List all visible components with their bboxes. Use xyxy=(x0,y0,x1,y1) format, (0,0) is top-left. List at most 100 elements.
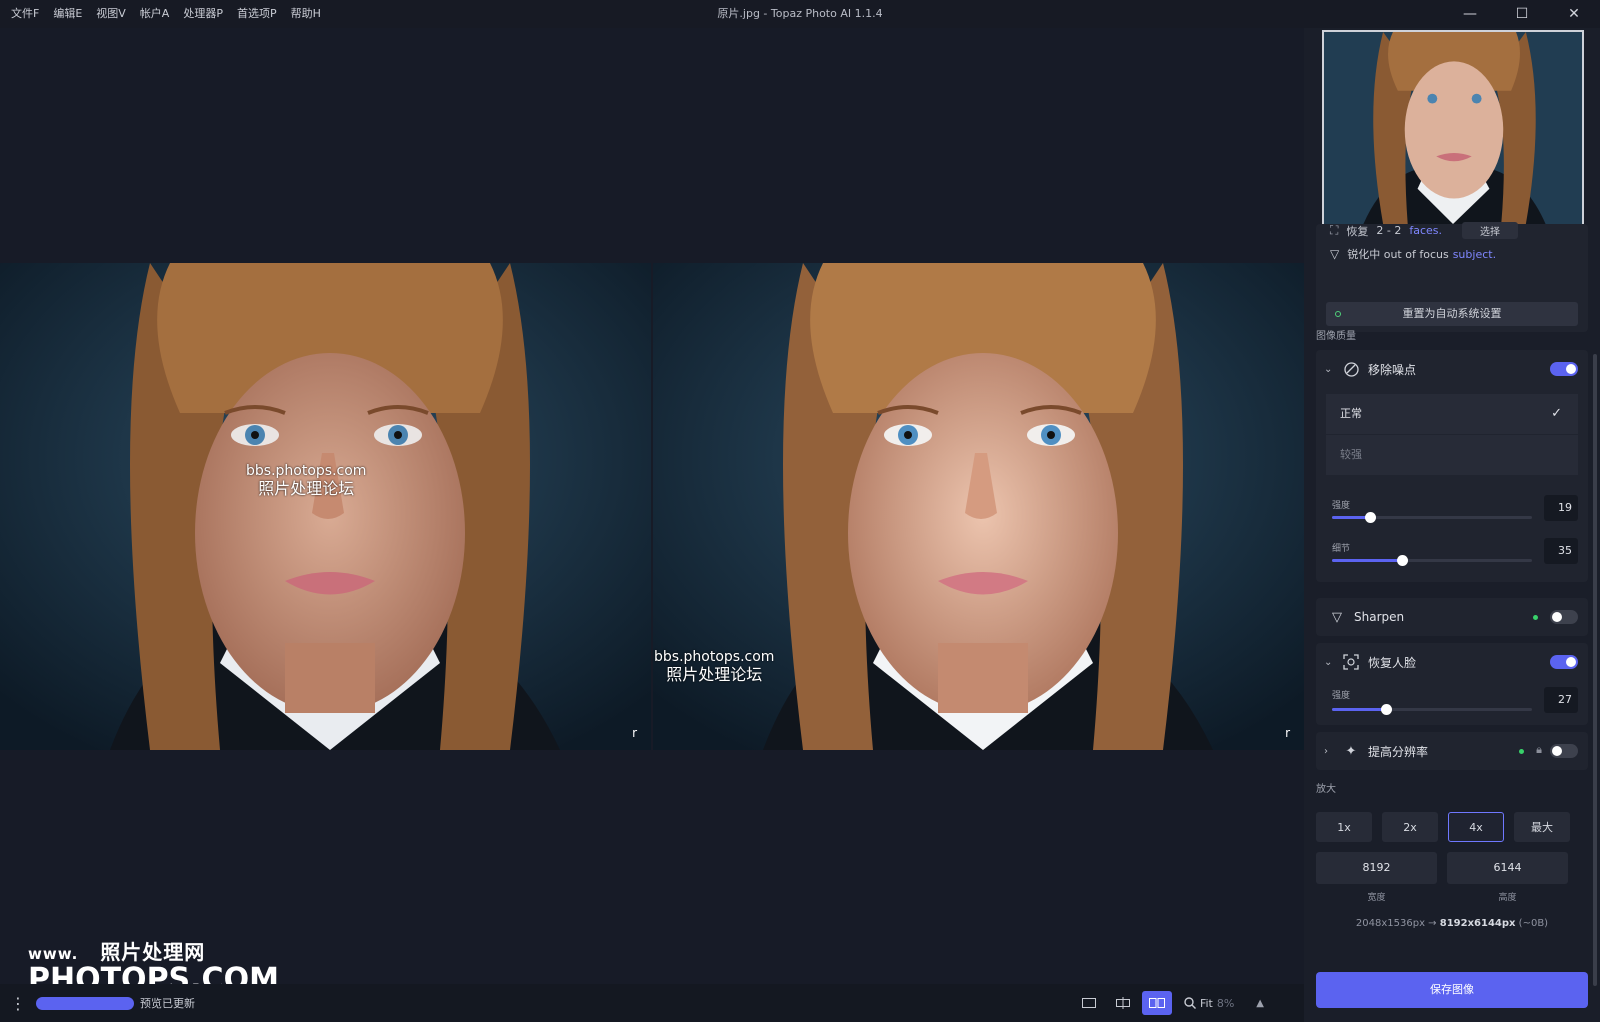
face-recovery-icon xyxy=(1342,653,1360,671)
menu-file[interactable]: 文件F xyxy=(4,0,46,28)
sharpen-summary-row: ▽ 锐化中 out of focus subject. xyxy=(1330,246,1496,262)
denoise-header[interactable]: ⌄ 移除噪点 xyxy=(1316,350,1588,388)
menu-processor[interactable]: 处理器P xyxy=(176,0,230,28)
face-recovery-header[interactable]: ⌄ 恢复人脸 xyxy=(1316,643,1588,681)
autopilot-summary: ⛶ 恢复 2 - 2 faces. 选择 ▽ 锐化中 out of focus … xyxy=(1316,222,1588,332)
original-preview[interactable]: bbs.photops.com 照片处理论坛 r xyxy=(0,263,651,750)
upscale-header[interactable]: › ✦ 提高分辨率 🔒︎ xyxy=(1316,732,1588,770)
close-button[interactable]: ✕ xyxy=(1548,0,1600,28)
face-strength-value[interactable]: 27 xyxy=(1544,687,1578,713)
slider-handle[interactable] xyxy=(1397,555,1408,566)
zoom-icon xyxy=(1184,997,1196,1009)
denoise-mode-strong[interactable]: 较强 xyxy=(1326,435,1578,475)
denoise-toggle[interactable] xyxy=(1550,362,1578,376)
image-quality-heading: 图像质量 xyxy=(1316,331,1356,342)
scale-heading: 放大 xyxy=(1316,784,1336,795)
menu-bar: 文件F 编辑E 视图V 帐户A 处理器P 首选项P 帮助H xyxy=(0,0,328,28)
corner-mark-right: r xyxy=(1285,726,1290,740)
subject-link[interactable]: subject. xyxy=(1453,248,1496,261)
denoise-mode-strong-label: 较强 xyxy=(1340,448,1362,461)
chevron-down-icon[interactable]: ⌄ xyxy=(1324,657,1342,668)
preview-viewport[interactable]: bbs.photops.com 照片处理论坛 r r bbs.photops.c… xyxy=(0,28,1304,984)
denoise-mode-normal-label: 正常 xyxy=(1340,407,1362,420)
zoom-control[interactable]: Fit 8% xyxy=(1184,997,1234,1010)
height-input[interactable]: 6144 xyxy=(1447,852,1568,884)
denoise-detail-slider[interactable] xyxy=(1332,555,1532,566)
denoise-detail-label: 细节 xyxy=(1332,544,1351,554)
chevron-right-icon[interactable]: › xyxy=(1324,746,1342,757)
preview-progress-bar xyxy=(36,996,134,1010)
settings-sidebar: ⛶ 恢复 2 - 2 faces. 选择 ▽ 锐化中 out of focus … xyxy=(1304,28,1600,1022)
sidebar-scrollbar[interactable] xyxy=(1593,354,1597,986)
width-field: 8192 宽度 xyxy=(1316,852,1437,903)
face-recovery-toggle[interactable] xyxy=(1550,655,1578,669)
sharpen-toggle[interactable] xyxy=(1550,610,1578,624)
upscale-card: › ✦ 提高分辨率 🔒︎ xyxy=(1316,732,1588,770)
sharpen-icon: ▽ xyxy=(1330,247,1340,261)
watermark-url: bbs.photops.com xyxy=(246,463,367,479)
scale-2x-button[interactable]: 2x xyxy=(1382,812,1438,842)
faces-link[interactable]: faces. xyxy=(1409,224,1442,237)
menu-help[interactable]: 帮助H xyxy=(284,0,328,28)
maximize-button[interactable]: ☐ xyxy=(1496,0,1548,28)
split-view-button[interactable] xyxy=(1108,991,1138,1015)
side-by-side-icon xyxy=(1148,998,1165,1008)
single-view-icon xyxy=(1081,998,1096,1008)
save-image-button[interactable]: 保存图像 xyxy=(1316,972,1588,1008)
scale-1x-button[interactable]: 1x xyxy=(1316,812,1372,842)
face-detect-icon: ⛶ xyxy=(1330,223,1339,237)
watermark-center: bbs.photops.com 照片处理论坛 xyxy=(654,649,774,683)
chevron-down-icon[interactable]: ⌄ xyxy=(1324,364,1342,375)
face-strength-slider[interactable] xyxy=(1332,704,1532,715)
upscale-toggle[interactable] xyxy=(1550,744,1578,758)
upscale-title: 提高分辨率 xyxy=(1368,744,1429,759)
target-resolution: 8192x6144px xyxy=(1439,918,1516,929)
menu-edit[interactable]: 编辑E xyxy=(46,0,89,28)
caret-up-icon[interactable]: ▲ xyxy=(1256,998,1264,1009)
menu-view[interactable]: 视图V xyxy=(89,0,133,28)
sparkle-icon: ✦ xyxy=(1345,743,1357,759)
navigator-thumbnail[interactable] xyxy=(1322,30,1584,226)
denoise-mode-normal[interactable]: 正常 ✓ xyxy=(1326,394,1578,434)
status-bar: ⋮ 预览已更新 Fit 8% ▲ xyxy=(0,984,1304,1022)
thumbnail-image xyxy=(1324,32,1582,224)
denoise-strength-slider[interactable] xyxy=(1332,512,1532,523)
single-view-button[interactable] xyxy=(1074,991,1104,1015)
title-bar: 文件F 编辑E 视图V 帐户A 处理器P 首选项P 帮助H 原片.jpg - T… xyxy=(0,0,1600,28)
watermark-url: bbs.photops.com xyxy=(654,649,775,665)
reset-autopilot-button[interactable]: 重置为自动系统设置 xyxy=(1326,302,1578,326)
denoise-strength-value[interactable]: 19 xyxy=(1544,495,1578,521)
checkmark-icon: ✓ xyxy=(1551,406,1562,421)
width-input[interactable]: 8192 xyxy=(1316,852,1437,884)
side-by-side-view-button[interactable] xyxy=(1141,991,1172,1015)
slider-handle[interactable] xyxy=(1381,704,1392,715)
denoise-strength-label: 强度 xyxy=(1332,501,1351,511)
select-faces-button[interactable]: 选择 xyxy=(1462,222,1519,239)
face-recovery-title: 恢复人脸 xyxy=(1368,655,1417,670)
watermark-forum: 照片处理论坛 xyxy=(258,479,355,498)
corner-mark-left: r xyxy=(632,726,637,740)
reset-autopilot-label: 重置为自动系统设置 xyxy=(1402,307,1502,320)
split-view-icon xyxy=(1115,997,1130,1009)
zoom-value: 8% xyxy=(1216,996,1235,1010)
scale-max-button[interactable]: 最大 xyxy=(1514,812,1570,842)
zoom-label: Fit xyxy=(1199,996,1213,1010)
sharpen-title: Sharpen xyxy=(1354,610,1405,624)
height-caption: 高度 xyxy=(1498,893,1517,903)
faces-prefix: 恢复 xyxy=(1346,224,1369,238)
sharpen-header[interactable]: ▽ Sharpen xyxy=(1316,598,1588,636)
slider-handle[interactable] xyxy=(1365,512,1376,523)
more-menu-icon[interactable]: ⋮ xyxy=(6,994,30,1013)
resolution-summary: 2048x1536px → 8192x6144px (~0B) xyxy=(1316,918,1588,929)
menu-account[interactable]: 帐户A xyxy=(133,0,177,28)
view-controls: Fit 8% ▲ xyxy=(1074,991,1264,1015)
status-dot-icon xyxy=(1533,615,1538,620)
denoise-detail-value[interactable]: 35 xyxy=(1544,538,1578,564)
minimize-button[interactable]: — xyxy=(1444,0,1496,28)
faces-summary-row: ⛶ 恢复 2 - 2 faces. 选择 xyxy=(1330,222,1519,239)
menu-preferences[interactable]: 首选项P xyxy=(230,0,284,28)
scale-options: 1x 2x 4x 最大 xyxy=(1316,812,1588,842)
sharpen-summary-text: 锐化中 out of focus xyxy=(1347,248,1449,261)
output-size: (~0B) xyxy=(1518,918,1549,929)
scale-4x-button[interactable]: 4x xyxy=(1448,812,1504,842)
